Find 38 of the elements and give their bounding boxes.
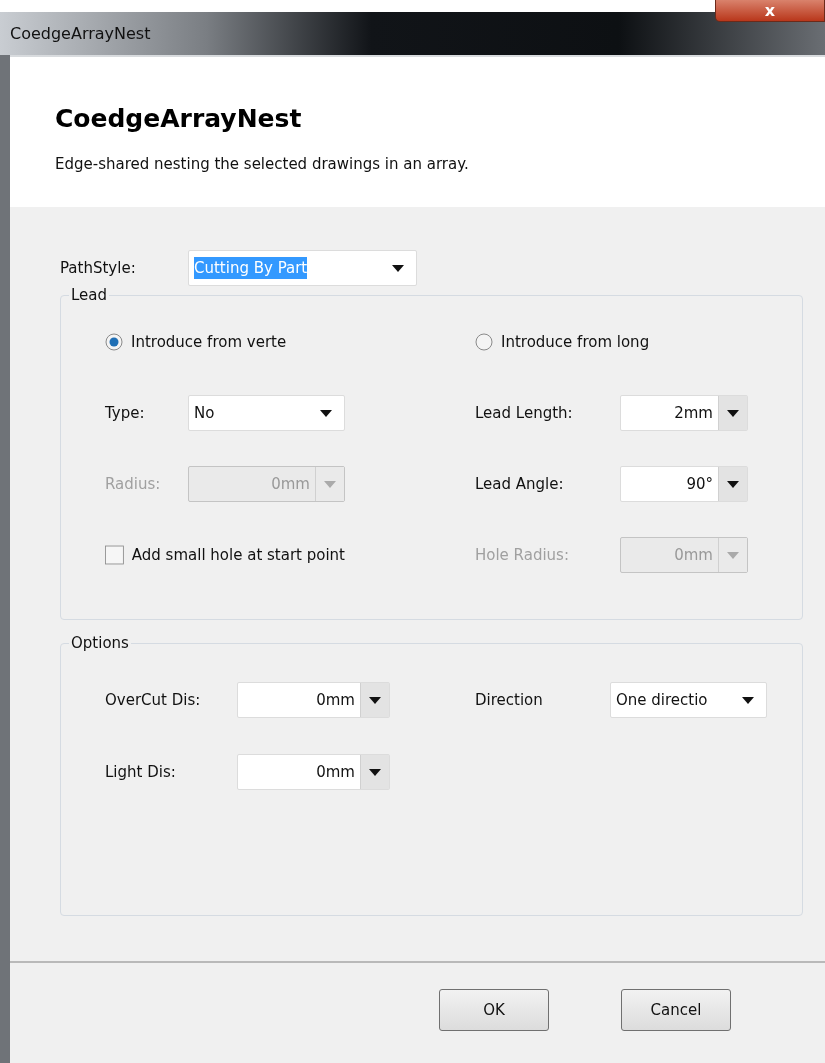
field-label: Hole Radius: — [475, 546, 570, 564]
field-label: Direction — [475, 691, 544, 709]
dropdown-arrow-icon — [727, 409, 739, 417]
dropdown-arrow-icon — [324, 480, 336, 488]
checkbox-label: Add small hole at start point — [131, 546, 345, 564]
dropdown-arrow-icon — [369, 696, 381, 704]
radio-button[interactable] — [475, 333, 493, 351]
dropdown-arrow-icon — [392, 264, 404, 272]
dropdown-arrow-icon — [742, 696, 754, 704]
radio-button[interactable] — [105, 333, 123, 351]
group-title: Options — [70, 634, 130, 652]
field-label: Lead Length: — [475, 404, 574, 422]
dropdown-field[interactable]: One directio — [610, 682, 767, 718]
dropdown-arrow-icon — [727, 480, 739, 488]
dropdown-arrow-icon — [320, 409, 332, 417]
radio-label: Introduce from long — [501, 333, 650, 351]
field-label: Lead Angle: — [475, 475, 565, 493]
field-label: Light Dis: — [105, 763, 177, 781]
field-label: PathStyle: — [60, 259, 137, 277]
checkbox[interactable] — [105, 544, 124, 566]
dropdown-arrow-icon — [369, 768, 381, 776]
window-title: CoedgeArrayNest — [10, 24, 151, 43]
dialog-title: CoedgeArrayNest — [55, 104, 303, 133]
dropdown-arrow-icon — [727, 551, 739, 559]
spin-field[interactable]: 0mm — [237, 754, 390, 790]
radio-label: Introduce from verte — [131, 333, 287, 351]
dropdown-field[interactable]: No — [188, 395, 345, 431]
spin-field[interactable]: 90° — [620, 466, 748, 502]
dialog-button[interactable]: OK — [439, 989, 549, 1031]
close-button[interactable]: x — [715, 0, 825, 22]
group-title: Lead — [70, 286, 109, 304]
dialog-button[interactable]: Cancel — [621, 989, 731, 1031]
spin-field[interactable]: 0mm — [237, 682, 390, 718]
spin-field[interactable]: 2mm — [620, 395, 748, 431]
field-label: Radius: — [105, 475, 162, 493]
dialog-description: Edge-shared nesting the selected drawings in an array. — [55, 155, 470, 173]
field-label: Type: — [105, 404, 146, 422]
field-label: OverCut Dis: — [105, 691, 202, 709]
